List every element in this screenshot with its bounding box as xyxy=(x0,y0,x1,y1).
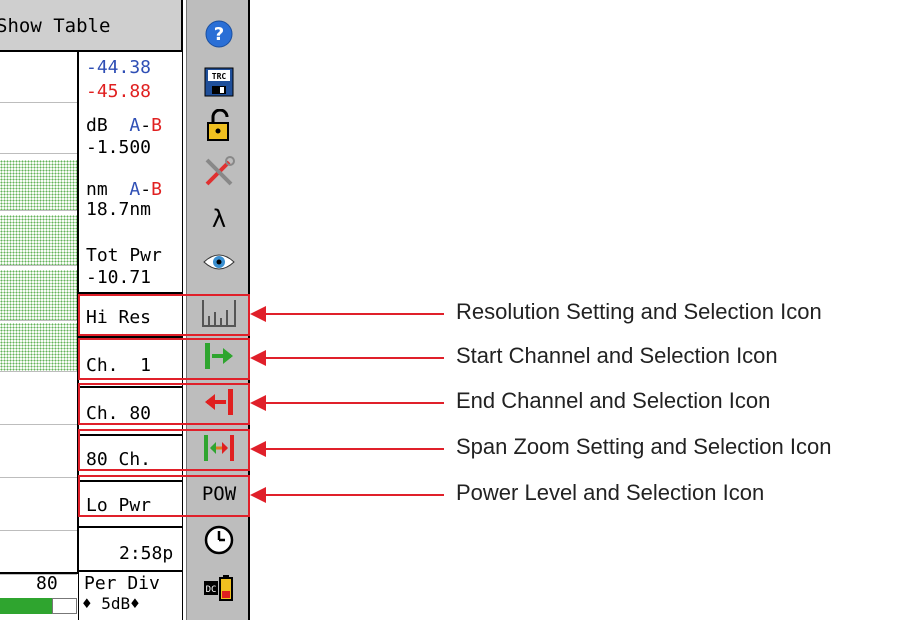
graph-cell xyxy=(0,52,77,103)
dash: - xyxy=(140,115,152,136)
graph-cell xyxy=(0,480,77,531)
clock-time: 2:58p xyxy=(119,543,174,564)
span-zoom-highlight xyxy=(78,429,250,471)
svg-text:DC: DC xyxy=(206,585,217,595)
clock-icon xyxy=(197,518,241,562)
nm-delta-label: nm A-B xyxy=(86,180,162,200)
db-delta-value: -1.500 xyxy=(86,137,152,158)
trc-save-icon[interactable]: TRC xyxy=(197,60,241,104)
separator xyxy=(79,526,183,528)
battery-icon: DC xyxy=(197,566,241,610)
trc-label: TRC xyxy=(212,72,227,81)
start-channel-highlight xyxy=(78,338,250,380)
arrow-line xyxy=(264,313,444,315)
per-div-label: Per Div xyxy=(84,573,160,594)
nm-delta-value: 18.7nm xyxy=(86,199,152,220)
arrow-line xyxy=(264,494,444,496)
eye-icon[interactable] xyxy=(197,240,241,284)
show-table-button[interactable]: Show Table xyxy=(0,0,183,52)
level-bar-empty xyxy=(52,598,77,614)
arrow-line xyxy=(264,402,444,404)
lambda-icon[interactable]: λ xyxy=(197,196,241,240)
db-delta-label: dB A-B xyxy=(86,116,162,136)
graph-cell xyxy=(0,374,77,425)
end-channel-highlight xyxy=(78,383,250,425)
lock-icon[interactable] xyxy=(197,104,241,148)
graph-cell-shaded xyxy=(0,270,77,321)
a-label: A xyxy=(129,179,141,200)
dash: - xyxy=(140,179,152,200)
per-div-value[interactable]: ♦ 5dB♦ xyxy=(82,594,140,614)
callout-power-level: Power Level and Selection Icon xyxy=(456,480,765,505)
marker-a-value: -44.38 xyxy=(86,57,152,78)
callout-start-channel: Start Channel and Selection Icon xyxy=(456,343,778,368)
callout-span-zoom: Span Zoom Setting and Selection Icon xyxy=(456,434,832,459)
arrow-line xyxy=(264,448,444,450)
graph-cell xyxy=(0,532,77,575)
graph-strip: 80 xyxy=(0,52,78,620)
readout-panel: -44.38 -45.88 dB A-B -1.500 nm A-B 18.7n… xyxy=(78,52,183,620)
graph-cell xyxy=(0,427,77,478)
level-bar xyxy=(0,598,52,614)
arrow-line xyxy=(264,357,444,359)
graph-cell-shaded xyxy=(0,323,77,372)
help-icon[interactable]: ? xyxy=(197,12,241,56)
b-label: B xyxy=(151,115,162,136)
separator xyxy=(79,570,183,572)
left-count: 80 xyxy=(36,573,58,594)
marker-b-value: -45.88 xyxy=(86,81,152,102)
callout-end-channel: End Channel and Selection Icon xyxy=(456,388,771,413)
graph-cell xyxy=(0,103,77,154)
total-power-label: Tot Pwr xyxy=(86,245,162,266)
show-table-label: Show Table xyxy=(0,15,111,37)
nm-label: nm xyxy=(86,179,108,200)
db-label: dB xyxy=(86,115,108,136)
callout-resolution: Resolution Setting and Selection Icon xyxy=(456,299,822,324)
graph-cell-shaded xyxy=(0,215,77,266)
a-label: A xyxy=(129,115,141,136)
svg-text:?: ? xyxy=(214,24,224,45)
power-level-highlight xyxy=(78,475,250,517)
svg-text:λ: λ xyxy=(212,205,226,233)
total-power-value: -10.71 xyxy=(86,267,152,288)
b-label: B xyxy=(151,179,162,200)
tools-icon[interactable] xyxy=(197,150,241,194)
resolution-highlight xyxy=(78,294,250,336)
graph-cell-shaded xyxy=(0,160,77,211)
